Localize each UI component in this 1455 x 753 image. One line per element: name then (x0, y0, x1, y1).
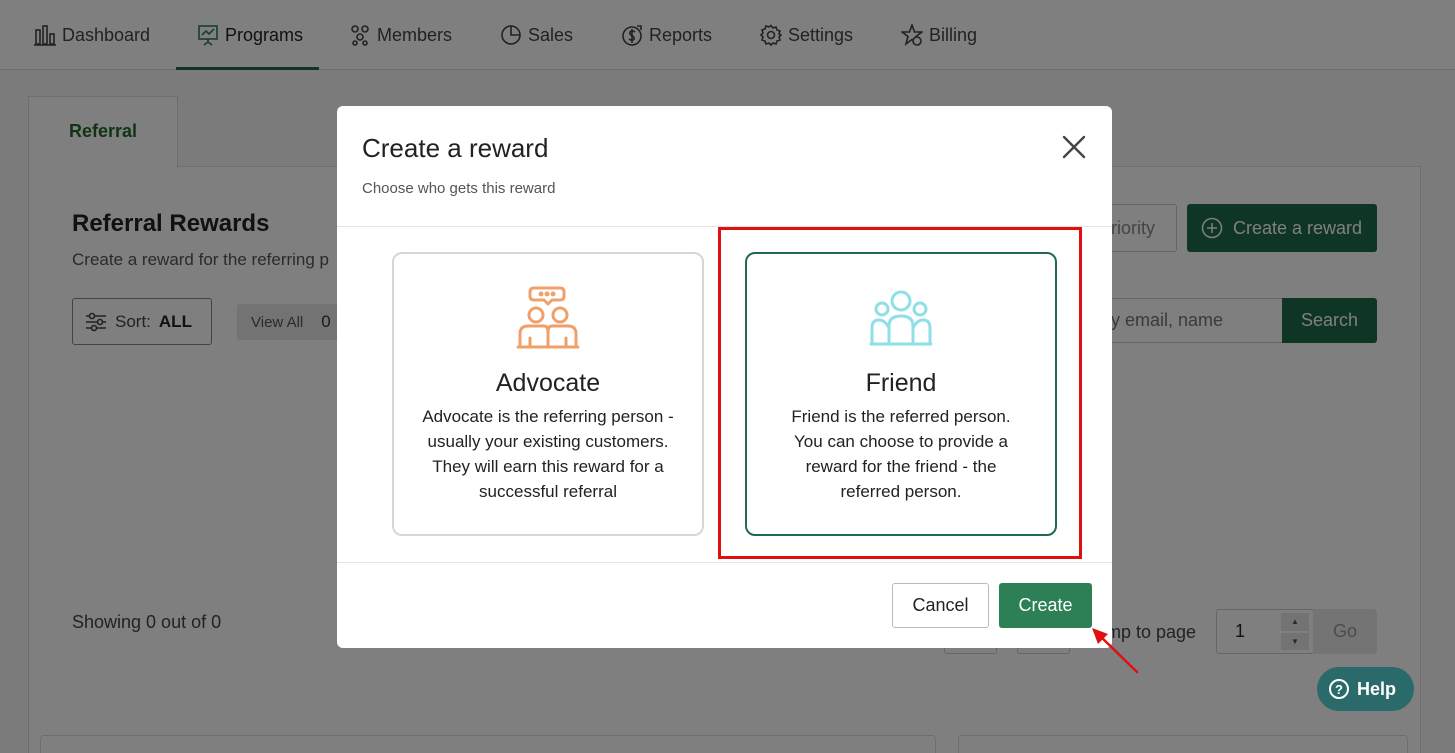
modal-divider (337, 226, 1112, 227)
friend-option-card[interactable]: Friend Friend is the referred person. Yo… (745, 252, 1057, 536)
cancel-button[interactable]: Cancel (892, 583, 989, 628)
modal-divider (337, 562, 1112, 563)
close-button[interactable] (1061, 134, 1087, 160)
friend-option-description: Friend is the referred person. You can c… (791, 407, 1011, 501)
help-button[interactable]: ? Help (1317, 667, 1414, 711)
advocate-option-card[interactable]: Advocate Advocate is the referring perso… (392, 252, 704, 536)
question-icon: ? (1329, 679, 1349, 699)
advocate-option-title: Advocate (495, 369, 601, 397)
advocate-people-chat-icon (516, 286, 580, 349)
friend-group-icon (869, 290, 933, 346)
modal-subtitle: Choose who gets this reward (362, 180, 556, 197)
close-icon (1062, 135, 1086, 159)
modal-title: Create a reward (362, 133, 549, 163)
help-label: Help (1357, 678, 1397, 699)
create-button[interactable]: Create (999, 583, 1092, 628)
advocate-option-description: Advocate is the referring person - usual… (422, 407, 674, 501)
create-reward-modal: Create a reward Choose who gets this rew… (337, 106, 1112, 648)
friend-option-title: Friend (865, 369, 937, 397)
